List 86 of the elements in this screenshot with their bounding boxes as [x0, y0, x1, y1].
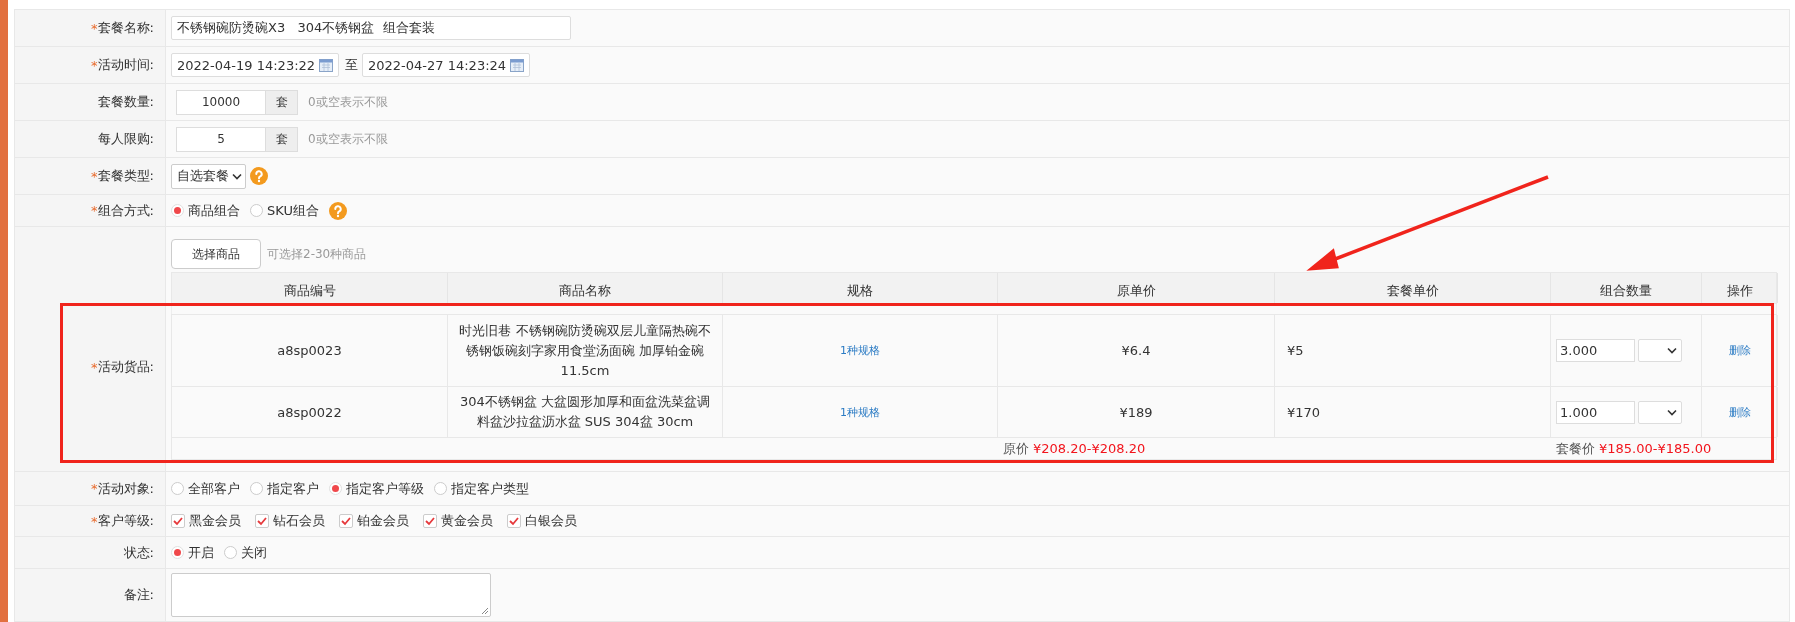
- select-goods-button[interactable]: 选择商品: [171, 239, 261, 269]
- field-label: 每人限购:: [15, 121, 166, 157]
- field-label: 状态:: [15, 537, 166, 568]
- radio-button[interactable]: [250, 482, 263, 495]
- field-label: 备注:: [15, 569, 166, 621]
- column-header: 商品名称: [448, 273, 723, 303]
- table-cell: ¥6.4: [998, 315, 1275, 386]
- field-label: *活动对象:: [15, 472, 166, 505]
- option-label: 指定客户等级: [346, 479, 424, 498]
- option-label: 钻石会员: [273, 512, 325, 530]
- quantity-field[interactable]: 3.000: [1556, 339, 1635, 362]
- option-label: 黑金会员: [189, 512, 241, 530]
- column-header: 原单价: [998, 273, 1275, 303]
- quantity-field[interactable]: 1.000: [1556, 400, 1635, 424]
- calendar-icon[interactable]: [510, 58, 524, 72]
- radio-button[interactable]: [250, 204, 263, 217]
- end-date-field[interactable]: 2022-04-27 14:23:24: [362, 53, 530, 77]
- remark-textarea[interactable]: [171, 573, 491, 617]
- field-label: *客户等级:: [15, 506, 166, 536]
- column-header: 商品编号: [172, 273, 448, 303]
- total-label: 套餐价: [1556, 439, 1595, 458]
- caret-icon: [232, 172, 242, 180]
- field-label: *活动时间:: [15, 47, 166, 83]
- total-price: ¥185.00-¥185.00: [1599, 441, 1712, 456]
- option-label: 全部客户: [188, 479, 240, 498]
- table-cell: 304不锈钢盆 大盆圆形加厚和面盆洗菜盆调料盆沙拉盆沥水盆 SUS 304盆 30cm: [448, 387, 723, 437]
- unit-select[interactable]: [1638, 400, 1682, 424]
- table-cell: a8sp0023: [172, 315, 448, 386]
- hint-text: 可选择2-30种商品: [267, 245, 367, 263]
- help-icon[interactable]: [328, 201, 347, 220]
- total-label: 原价: [1003, 439, 1029, 458]
- calendar-icon[interactable]: [319, 58, 333, 72]
- delete-link[interactable]: 删除: [1728, 404, 1751, 420]
- help-icon[interactable]: [250, 167, 268, 185]
- table-cell: 时光旧巷 不锈钢碗防烫碗双层儿童隔热碗不锈钢饭碗刻字家用食堂汤面碗 加厚铂金碗 11.5cm: [448, 315, 723, 386]
- unit-select[interactable]: [1638, 339, 1682, 362]
- option-label: 白银会员: [525, 512, 577, 530]
- column-header: 组合数量: [1551, 273, 1702, 303]
- field-label: *活动货品:: [15, 227, 166, 471]
- package-name-field[interactable]: 不锈钢碗防烫碗X3 304不锈钢盆 组合套装: [171, 16, 571, 40]
- column-header: 规格: [723, 273, 998, 303]
- total-price: ¥208.20-¥208.20: [1033, 441, 1146, 456]
- number-field[interactable]: 10000: [176, 89, 265, 115]
- field-label: *组合方式:: [15, 195, 166, 226]
- column-header: 套餐单价: [1275, 273, 1551, 303]
- radio-button[interactable]: [171, 482, 184, 495]
- radio-button[interactable]: [171, 204, 184, 217]
- hint-text: 0或空表示不限: [308, 130, 388, 148]
- checkbox[interactable]: [507, 514, 521, 528]
- spec-link[interactable]: 1种规格: [840, 404, 880, 420]
- table-cell: ¥189: [998, 387, 1275, 437]
- option-label: SKU组合: [267, 201, 319, 220]
- field-label: 套餐数量:: [15, 84, 166, 120]
- field-label: *套餐类型:: [15, 158, 166, 194]
- package-type-select[interactable]: 自选套餐: [171, 163, 246, 189]
- unit-addon: 套: [265, 126, 298, 152]
- resize-grip-icon[interactable]: [481, 607, 489, 615]
- checkbox[interactable]: [255, 514, 269, 528]
- caret-icon: [1667, 347, 1677, 354]
- radio-button[interactable]: [171, 546, 184, 559]
- radio-button[interactable]: [329, 482, 342, 495]
- radio-button[interactable]: [434, 482, 447, 495]
- table-cell: ¥170: [1275, 387, 1551, 437]
- option-label: 指定客户: [267, 479, 319, 498]
- field-label: *套餐名称:: [15, 10, 166, 46]
- hint-text: 0或空表示不限: [308, 93, 388, 111]
- option-label: 指定客户类型: [451, 479, 529, 498]
- radio-button[interactable]: [224, 546, 237, 559]
- unit-addon: 套: [265, 89, 298, 115]
- option-label: 开启: [188, 543, 214, 562]
- spec-link[interactable]: 1种规格: [840, 343, 880, 358]
- delete-link[interactable]: 删除: [1728, 343, 1751, 358]
- checkbox[interactable]: [171, 514, 185, 528]
- number-field[interactable]: 5: [176, 126, 265, 152]
- option-label: 铂金会员: [357, 512, 409, 530]
- option-label: 商品组合: [188, 201, 240, 220]
- table-cell: ¥5: [1275, 315, 1551, 386]
- table-cell: a8sp0022: [172, 387, 448, 437]
- column-header: 操作: [1702, 273, 1778, 303]
- start-date-field[interactable]: 2022-04-19 14:23:22: [171, 53, 339, 77]
- checkbox[interactable]: [339, 514, 353, 528]
- option-label: 黄金会员: [441, 512, 493, 530]
- caret-icon: [1667, 408, 1677, 416]
- checkbox[interactable]: [423, 514, 437, 528]
- option-label: 关闭: [241, 543, 267, 562]
- range-separator: 至: [345, 56, 358, 74]
